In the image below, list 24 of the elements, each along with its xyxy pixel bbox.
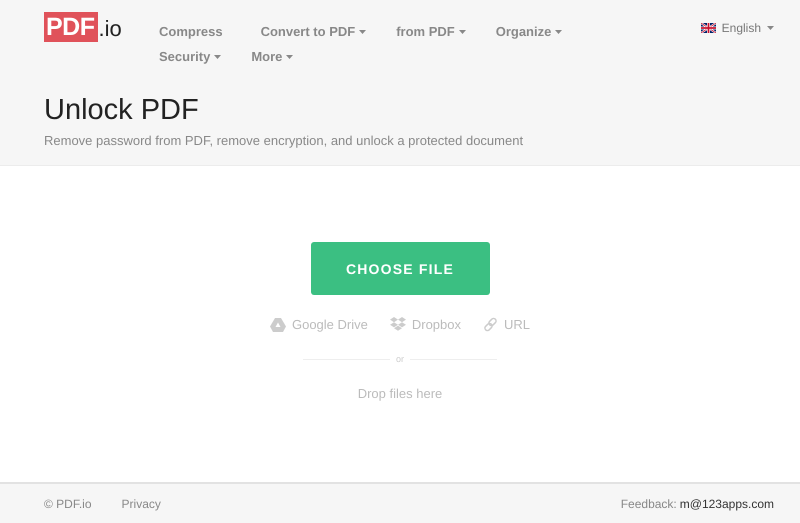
nav-link[interactable]: Convert to PDF xyxy=(260,22,366,42)
drop-hint: Drop files here xyxy=(358,386,442,401)
source-link[interactable]: Dropbox xyxy=(390,317,461,332)
nav-link[interactable]: Security xyxy=(159,47,222,67)
feedback-email-link[interactable]: m@123apps.com xyxy=(680,496,774,510)
language-selector[interactable]: English xyxy=(700,12,774,35)
flag-icon xyxy=(700,23,716,33)
nav-link[interactable]: from PDF xyxy=(396,22,466,42)
dropbox-icon xyxy=(390,317,406,332)
nav-link[interactable]: Compress xyxy=(159,22,223,42)
nav-link[interactable]: More xyxy=(251,47,294,67)
drive-icon xyxy=(270,318,286,332)
privacy-link[interactable]: Privacy xyxy=(122,496,161,510)
nav-link[interactable]: Organize xyxy=(496,22,562,42)
copyright-text: © PDF.io xyxy=(44,496,92,510)
source-link[interactable]: URL xyxy=(483,317,530,332)
link-icon xyxy=(483,317,498,332)
choose-file-button[interactable]: CHOOSE FILE xyxy=(310,242,490,295)
source-link[interactable]: Google Drive xyxy=(270,317,368,332)
feedback-label: Feedback: xyxy=(620,496,677,510)
logo[interactable]: PDF .io xyxy=(44,12,159,42)
caret-icon xyxy=(767,26,774,30)
page-subtitle: Remove password from PDF, remove encryption, and unlock a protected document xyxy=(44,133,524,148)
page-title: Unlock PDF xyxy=(44,93,200,127)
